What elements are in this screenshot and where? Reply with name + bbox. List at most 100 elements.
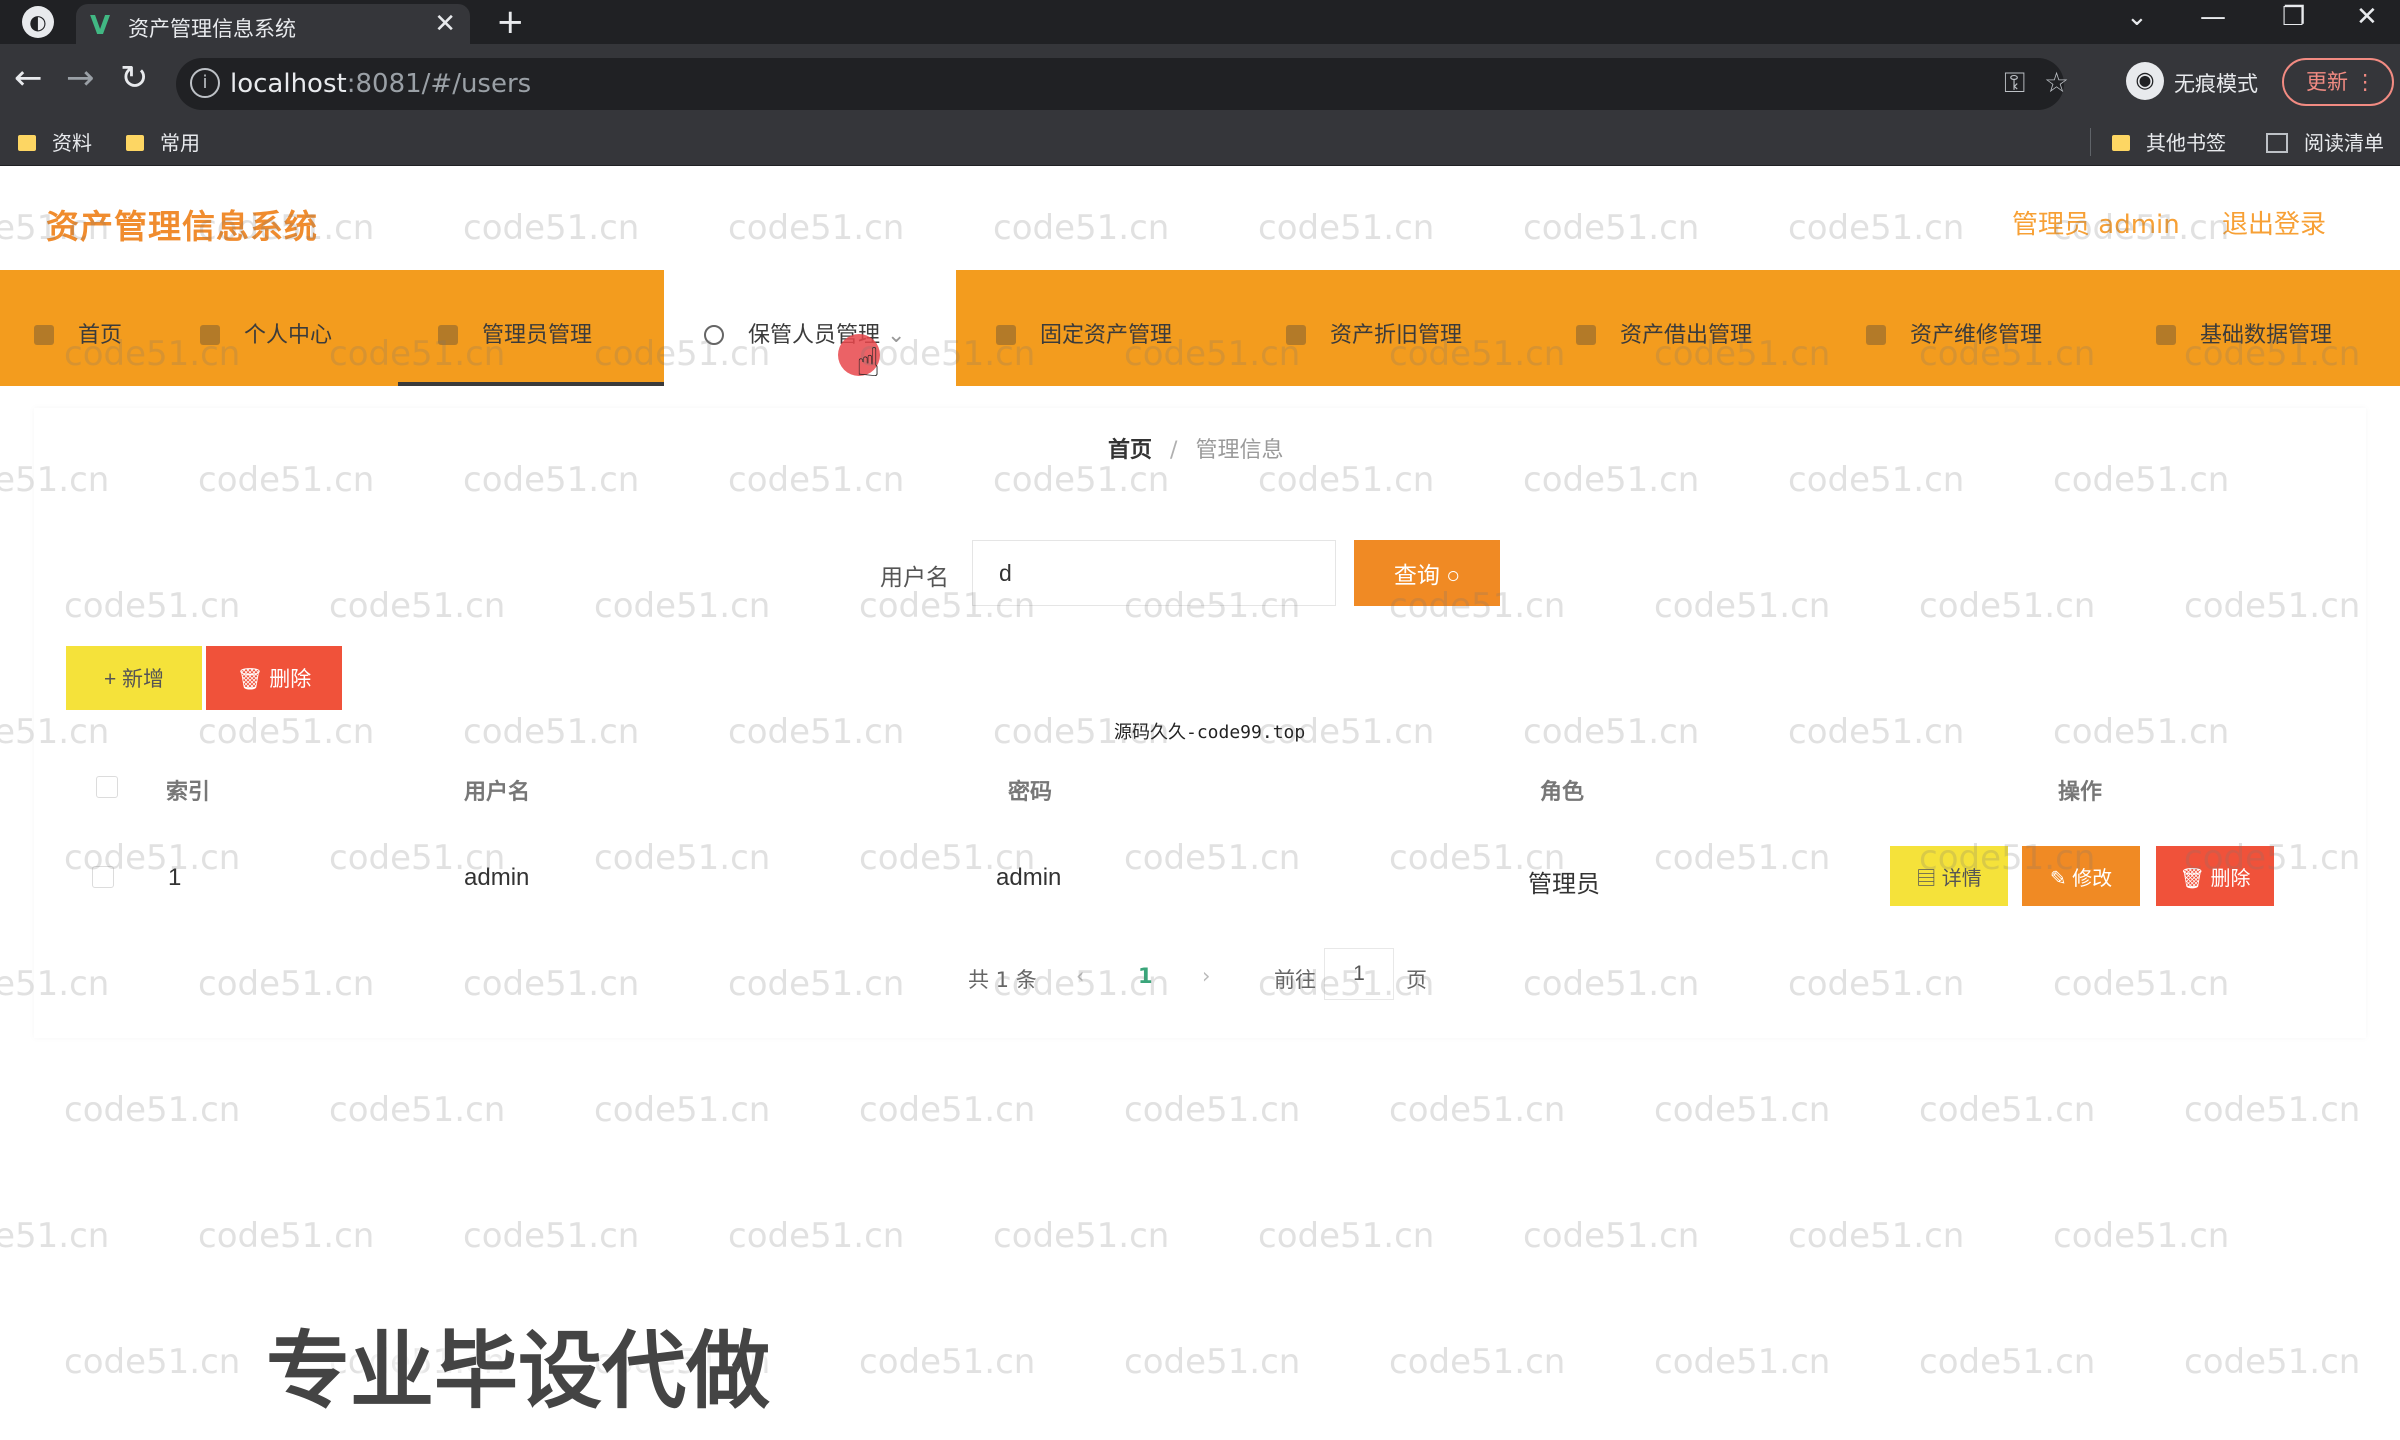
watermark-text: code51.cn <box>198 1216 375 1256</box>
home-icon <box>34 325 54 345</box>
next-page-icon[interactable]: › <box>1202 964 1210 988</box>
watermark-text: code51.cn <box>329 1090 506 1130</box>
watermark-text: code51.cn <box>0 1216 110 1256</box>
page-number-current[interactable]: 1 <box>1138 964 1153 988</box>
update-button[interactable]: 更新 ⋮ <box>2282 58 2394 106</box>
add-button[interactable]: + 新增 <box>66 646 202 710</box>
tab-title: 资产管理信息系统 <box>128 17 296 41</box>
url-text: localhost:8081/#/users <box>230 69 532 99</box>
watermark-text: code51.cn <box>2053 1216 2230 1256</box>
watermark-text: code51.cn <box>2184 1342 2361 1382</box>
breadcrumb-current: 管理信息 <box>1195 438 1284 463</box>
reading-list-icon <box>2266 133 2288 153</box>
watermark-text: code51.cn <box>728 1216 905 1256</box>
column-header-actions: 操作 <box>2058 780 2103 805</box>
row-checkbox[interactable] <box>92 866 114 888</box>
bookmark-folder-1[interactable]: 资料 <box>18 127 92 156</box>
user-icon <box>200 325 220 345</box>
promo-overlay-text: 专业毕设代做 <box>266 1322 771 1420</box>
minimize-icon[interactable]: — <box>2200 2 2226 32</box>
current-user: 管理员 admin <box>2012 210 2180 240</box>
restore-icon[interactable]: ❐ <box>2282 2 2305 32</box>
repair-icon <box>1866 325 1886 345</box>
reading-list[interactable]: 阅读清单 <box>2266 127 2384 156</box>
system-title: 资产管理信息系统 <box>46 207 318 246</box>
column-header-password: 密码 <box>1008 780 1053 805</box>
row-delete-button[interactable]: 🗑 删除 <box>2156 846 2274 906</box>
close-window-icon[interactable]: ✕ <box>2356 2 2378 32</box>
cell-password: admin <box>996 864 1062 891</box>
url-field[interactable]: i localhost:8081/#/users ⚿ ☆ <box>176 58 2069 110</box>
database-icon <box>2156 325 2176 345</box>
forward-icon[interactable]: → <box>66 58 95 98</box>
tab-search-icon[interactable]: ⌄ <box>2126 2 2148 32</box>
goto-page-input[interactable] <box>1324 948 1394 1000</box>
username-search-input[interactable] <box>972 540 1336 606</box>
menu-item-profile[interactable]: 个人中心 <box>200 270 398 386</box>
reload-icon[interactable]: ↻ <box>120 58 149 98</box>
main-menu: 首页 个人中心 管理员管理 保管人员管理 ⌄ 固定资产管理 资产折旧管理 资产借… <box>0 270 2400 386</box>
detail-button[interactable]: ▤ 详情 <box>1890 846 2008 906</box>
key-icon[interactable]: ⚿ <box>2004 66 2025 100</box>
star-icon[interactable]: ☆ <box>2044 66 2069 99</box>
chevron-down-icon: ⌄ <box>887 323 906 348</box>
folder-icon <box>126 135 144 151</box>
bookmarks-bar: 资料 常用 其他书签 阅读清单 <box>0 120 2400 166</box>
menu-item-repair[interactable]: 资产维修管理 <box>1826 270 2116 386</box>
folder-icon <box>18 135 36 151</box>
breadcrumb-separator: / <box>1170 438 1178 463</box>
overlay-note: 源码久久-code99.top <box>1114 722 1306 743</box>
menu-item-depreciation[interactable]: 资产折旧管理 <box>1246 270 1536 386</box>
menu-item-basic-data[interactable]: 基础数据管理 <box>2116 270 2400 386</box>
watermark-text: code51.cn <box>1919 1090 2096 1130</box>
cell-role: 管理员 <box>1528 870 1600 898</box>
username-search-label: 用户名 <box>880 565 949 591</box>
cell-index: 1 <box>168 864 182 891</box>
watermark-text: code51.cn <box>1389 1342 1566 1382</box>
clock-icon <box>704 325 724 345</box>
hand-cursor-icon: ☝ <box>856 340 881 386</box>
menu-item-lending[interactable]: 资产借出管理 <box>1536 270 1826 386</box>
chrome-logo-icon: ◐ <box>22 6 54 38</box>
watermark-text: code51.cn <box>1919 1342 2096 1382</box>
incognito-label: 无痕模式 <box>2174 72 2258 96</box>
page-suffix: 页 <box>1406 968 1427 992</box>
watermark-text: code51.cn <box>1124 1090 1301 1130</box>
app-header: 资产管理信息系统 管理员 admin 退出登录 <box>0 166 2400 270</box>
trash-icon: 🗑 <box>236 668 264 691</box>
bookmark-folder-2[interactable]: 常用 <box>126 127 200 156</box>
watermark-text: code51.cn <box>1124 1342 1301 1382</box>
document-icon: ▤ <box>1916 867 1937 890</box>
batch-delete-button[interactable]: 🗑 删除 <box>206 646 342 710</box>
pagination-total: 共 1 条 <box>968 968 1037 992</box>
watermark-text: code51.cn <box>993 1216 1170 1256</box>
browser-tab[interactable]: V 资产管理信息系统 ✕ <box>76 4 470 44</box>
admin-icon <box>438 325 458 345</box>
new-tab-icon[interactable]: + <box>496 2 525 42</box>
vue-favicon-icon: V <box>90 11 111 41</box>
watermark-text: code51.cn <box>859 1090 1036 1130</box>
other-bookmarks[interactable]: 其他书签 <box>2112 127 2226 156</box>
logout-link[interactable]: 退出登录 <box>2222 204 2326 241</box>
lending-icon <box>1576 325 1596 345</box>
menu-item-admin-mgmt[interactable]: 管理员管理 <box>398 270 664 386</box>
column-header-index: 索引 <box>166 780 211 805</box>
incognito-icon[interactable]: ◉ <box>2126 62 2164 100</box>
watermark-text: code51.cn <box>463 1216 640 1256</box>
query-button[interactable]: 查询 ○ <box>1354 540 1500 606</box>
back-icon[interactable]: ← <box>14 58 43 98</box>
menu-item-fixed-assets[interactable]: 固定资产管理 <box>956 270 1246 386</box>
site-info-icon[interactable]: i <box>190 68 220 98</box>
pencil-icon: ✎ <box>2049 867 2067 890</box>
menu-item-custodian-mgmt[interactable]: 保管人员管理 ⌄ <box>664 270 956 386</box>
column-header-username: 用户名 <box>464 780 531 805</box>
select-all-checkbox[interactable] <box>96 776 118 798</box>
watermark-text: code51.cn <box>1788 1216 1965 1256</box>
close-tab-icon[interactable]: ✕ <box>434 9 456 39</box>
trash-icon: 🗑 <box>2179 867 2205 890</box>
edit-button[interactable]: ✎ 修改 <box>2022 846 2140 906</box>
goto-label: 前往 <box>1274 968 1316 992</box>
menu-item-home[interactable]: 首页 <box>0 270 200 386</box>
breadcrumb-home[interactable]: 首页 <box>1108 438 1152 463</box>
prev-page-icon[interactable]: ‹ <box>1076 964 1084 988</box>
